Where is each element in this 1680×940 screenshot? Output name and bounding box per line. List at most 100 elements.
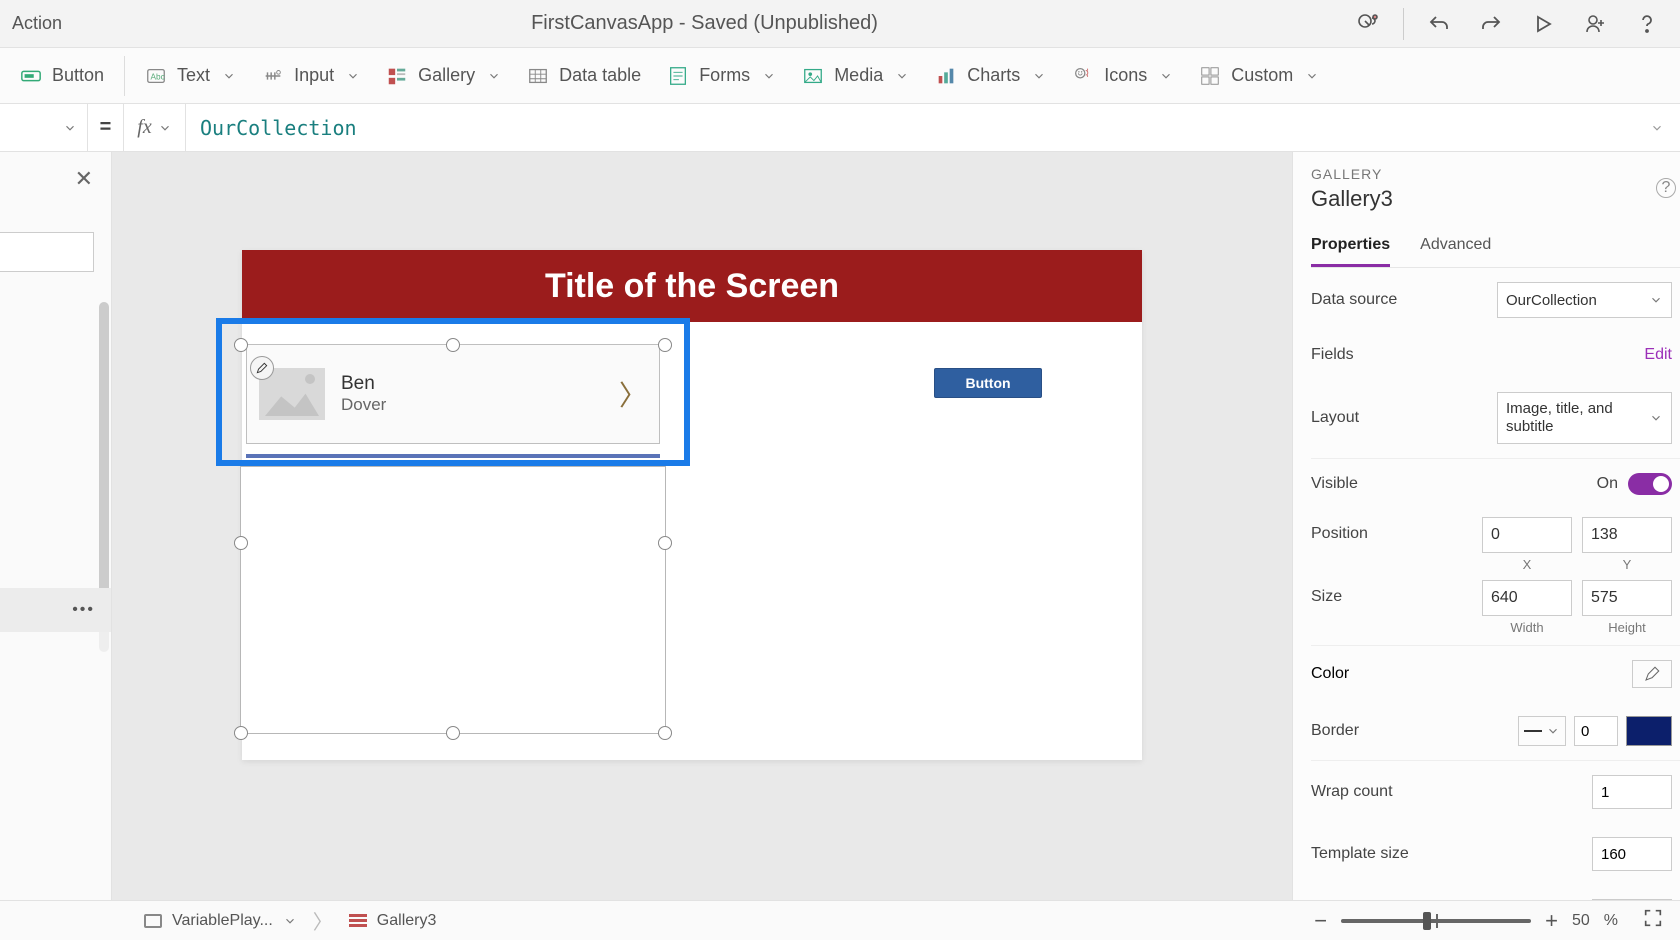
icons-icon [1072, 65, 1094, 87]
chevron-down-icon [487, 69, 501, 83]
prop-label: Layout [1311, 409, 1359, 427]
selection-handle[interactable] [234, 726, 248, 740]
insert-forms[interactable]: Forms [655, 59, 788, 93]
insert-gallery[interactable]: Gallery [374, 59, 513, 93]
template-size-input[interactable] [1592, 837, 1672, 871]
redo-icon[interactable] [1470, 4, 1512, 44]
canvas[interactable]: Title of the Screen Button Ben Dover 〉 [112, 152, 1292, 900]
insert-media[interactable]: Media [790, 59, 921, 93]
text-icon: Abc [145, 65, 167, 87]
prop-color: Color [1311, 646, 1680, 702]
border-width-input[interactable] [1574, 716, 1618, 746]
selection-handle[interactable] [234, 536, 248, 550]
formula-bar: = fx OurCollection [0, 104, 1680, 152]
size-width-input[interactable] [1482, 580, 1572, 616]
fields-edit-link[interactable]: Edit [1644, 346, 1672, 364]
template-padding-input[interactable] [1592, 899, 1672, 900]
visible-toggle[interactable] [1628, 473, 1672, 495]
prop-data-source: Data source OurCollection [1311, 268, 1680, 332]
chevron-down-icon[interactable] [283, 914, 297, 928]
breadcrumb-control[interactable]: Gallery3 [377, 912, 437, 930]
prop-fields: Fields Edit [1311, 332, 1680, 378]
input-icon [262, 65, 284, 87]
data-source-select[interactable]: OurCollection [1497, 282, 1672, 318]
pane-help-icon[interactable]: ? [1656, 178, 1676, 198]
property-selector[interactable] [0, 104, 88, 151]
tree-item-more[interactable]: ••• [0, 588, 111, 632]
screen-title-label: Title of the Screen [242, 250, 1142, 322]
control-name[interactable]: Gallery3 [1311, 186, 1680, 212]
zoom-value: 50 [1572, 912, 1590, 930]
prop-label: Wrap count [1311, 783, 1393, 801]
chevron-down-icon [222, 69, 236, 83]
share-icon[interactable] [1574, 4, 1616, 44]
chevron-down-icon [1305, 69, 1319, 83]
gallery-item-subtitle: Dover [341, 395, 603, 415]
wrap-count-input[interactable] [1592, 775, 1672, 809]
chevron-right-icon[interactable]: 〉 [619, 374, 647, 414]
gallery-icon [349, 914, 367, 928]
zoom-slider[interactable] [1341, 919, 1531, 923]
prop-layout: Layout Image, title, and subtitle [1311, 378, 1680, 459]
insert-media-label: Media [834, 65, 883, 86]
insert-custom[interactable]: Custom [1187, 59, 1331, 93]
border-style-select[interactable] [1518, 716, 1566, 746]
position-y-input[interactable] [1582, 517, 1672, 553]
close-icon[interactable]: ✕ [75, 166, 93, 192]
app-checker-icon[interactable] [1347, 4, 1389, 44]
insert-data-table[interactable]: Data table [515, 59, 653, 93]
chevron-down-icon [158, 121, 172, 135]
height-label: Height [1582, 620, 1672, 635]
insert-icons[interactable]: Icons [1060, 59, 1185, 93]
border-color-swatch[interactable] [1626, 716, 1672, 746]
help-icon[interactable] [1626, 4, 1668, 44]
insert-input[interactable]: Input [250, 59, 372, 93]
undo-icon[interactable] [1418, 4, 1460, 44]
tab-properties[interactable]: Properties [1311, 236, 1390, 267]
color-picker[interactable] [1632, 660, 1672, 688]
selection-handle[interactable] [446, 726, 460, 740]
chevron-down-icon [1649, 411, 1663, 425]
breadcrumb: VariablePlay... 〉 Gallery3 [130, 906, 450, 935]
tree-search-input[interactable] [0, 232, 94, 272]
selection-handle[interactable] [658, 338, 672, 352]
layout-select[interactable]: Image, title, and subtitle [1497, 392, 1672, 444]
prop-label: Template size [1311, 845, 1409, 863]
prop-label: Visible [1311, 475, 1358, 493]
breadcrumb-screen[interactable]: VariablePlay... [172, 912, 273, 930]
selection-handle[interactable] [446, 338, 460, 352]
insert-forms-label: Forms [699, 65, 750, 86]
prop-border: Border [1311, 702, 1680, 761]
tab-advanced[interactable]: Advanced [1420, 236, 1491, 267]
chevron-down-icon [346, 69, 360, 83]
title-bar: Action FirstCanvasApp - Saved (Unpublish… [0, 0, 1680, 48]
size-height-input[interactable] [1582, 580, 1672, 616]
position-x-input[interactable] [1482, 517, 1572, 553]
zoom-in-button[interactable]: + [1545, 908, 1558, 934]
equals-label: = [88, 104, 124, 151]
selection-handle[interactable] [658, 536, 672, 550]
menu-action-label[interactable]: Action [12, 13, 62, 34]
fit-screen-icon[interactable] [1642, 907, 1664, 934]
insert-charts[interactable]: Charts [923, 59, 1058, 93]
insert-button[interactable]: Button [8, 59, 116, 93]
insert-data-table-label: Data table [559, 65, 641, 86]
insert-input-label: Input [294, 65, 334, 86]
insert-text[interactable]: Abc Text [133, 59, 248, 93]
prop-template-padding: Template padding [1311, 885, 1680, 900]
zoom-out-button[interactable]: − [1314, 908, 1327, 934]
formula-expand-icon[interactable] [1634, 104, 1680, 151]
formula-input[interactable]: OurCollection [186, 104, 1634, 151]
gallery-body[interactable] [240, 466, 666, 734]
x-label: X [1482, 557, 1572, 572]
screen-icon [144, 914, 162, 928]
fx-button[interactable]: fx [124, 104, 186, 151]
forms-icon [667, 65, 689, 87]
play-icon[interactable] [1522, 4, 1564, 44]
layout-value: Image, title, and subtitle [1506, 400, 1636, 436]
gallery-template-item[interactable]: Ben Dover 〉 [246, 344, 660, 444]
selection-handle[interactable] [658, 726, 672, 740]
canvas-button[interactable]: Button [934, 368, 1042, 398]
edit-pencil-icon[interactable] [250, 356, 274, 380]
selection-handle[interactable] [234, 338, 248, 352]
